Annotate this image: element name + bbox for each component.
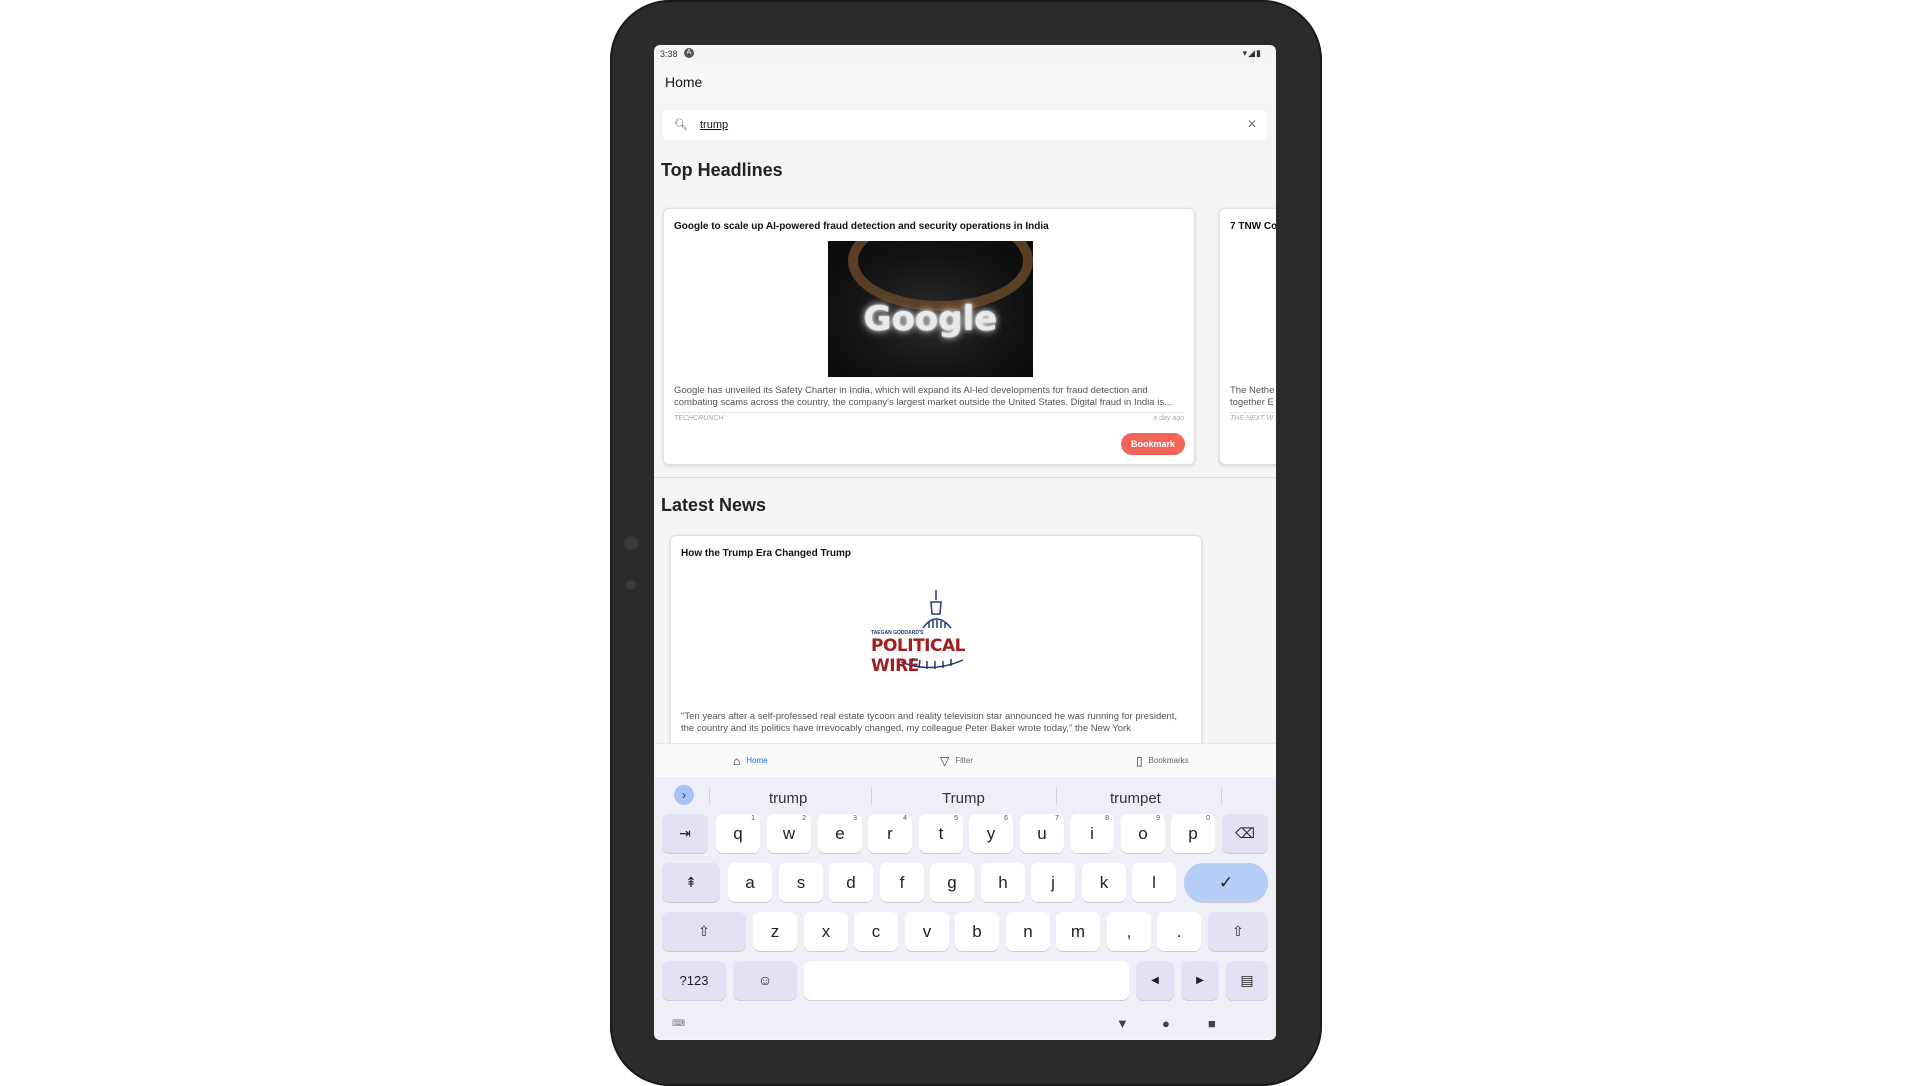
nav-bookmarks[interactable]: ▯ Bookmarks <box>1136 754 1189 768</box>
key-o[interactable]: o9 <box>1121 814 1165 853</box>
section-divider <box>654 477 1276 478</box>
search-input[interactable]: trump <box>700 119 728 131</box>
hide-keyboard-key[interactable]: ▤ <box>1226 961 1268 1000</box>
bookmark-icon: ▯ <box>1136 754 1143 768</box>
nav-home-label: Home <box>746 756 768 766</box>
key-y[interactable]: y6 <box>969 814 1013 853</box>
suggestion[interactable]: trump <box>769 790 807 807</box>
recents-icon[interactable]: ■ <box>1208 1016 1216 1031</box>
emoji-key[interactable]: ☺ <box>733 961 797 1000</box>
key-a[interactable]: a <box>728 863 772 902</box>
key-q[interactable]: q1 <box>716 814 760 853</box>
key-w[interactable]: w2 <box>767 814 811 853</box>
section-title-top-headlines: Top Headlines <box>661 160 783 180</box>
home-button-icon[interactable]: ● <box>1162 1016 1170 1031</box>
nav-filter-label: Filter <box>955 756 974 766</box>
key-period[interactable]: . <box>1157 912 1201 951</box>
political-wire-logo: TAEGAN GODDARD'S POLITICAL WIRE <box>871 588 1001 683</box>
key-x[interactable]: x <box>804 912 848 951</box>
key-l[interactable]: l <box>1132 863 1176 902</box>
status-time: 3:38 <box>660 49 678 59</box>
key-n[interactable]: n <box>1006 912 1050 951</box>
search-bar[interactable]: 🔍︎ trump ✕ <box>662 110 1267 140</box>
key-b[interactable]: b <box>955 912 999 951</box>
logo-big-text: POLITICAL WIRE <box>871 636 965 676</box>
key-f[interactable]: f <box>880 863 924 902</box>
space-bar[interactable] <box>804 961 1129 1000</box>
key-v[interactable]: v <box>905 912 949 951</box>
key-p[interactable]: p0 <box>1171 814 1215 853</box>
key-d[interactable]: d <box>829 863 873 902</box>
card-source: THE NEXT W <box>1230 415 1274 422</box>
key-z[interactable]: z <box>753 912 797 951</box>
on-screen-keyboard: › trump Trump trumpet ⇥ q1 w2 e3 r4 t5 y… <box>654 777 1276 1039</box>
status-icons: ▾◢▮ <box>1242 48 1262 58</box>
nav-bookmarks-label: Bookmarks <box>1148 756 1189 766</box>
back-icon[interactable]: ▼ <box>1116 1016 1129 1031</box>
card-description-line: The Nethe <box>1230 385 1275 396</box>
key-k[interactable]: k <box>1082 863 1126 902</box>
suggestion[interactable]: Trump <box>942 790 985 807</box>
close-icon[interactable]: ✕ <box>1247 117 1257 131</box>
filter-icon: ▽ <box>940 754 950 768</box>
key-r[interactable]: r4 <box>868 814 912 853</box>
system-nav-bar: ⌨ ▼ ● ■ <box>654 1010 1276 1038</box>
home-icon: ⌂ <box>733 754 741 768</box>
notification-icon: A <box>684 48 694 58</box>
card-time: a day ago <box>1153 415 1184 422</box>
key-s[interactable]: s <box>779 863 823 902</box>
key-i[interactable]: i8 <box>1070 814 1114 853</box>
key-comma[interactable]: , <box>1107 912 1151 951</box>
screen: 3:38 A ▾◢▮ Home 🔍︎ trump ✕ Top Headlines… <box>654 45 1276 1040</box>
key-c[interactable]: c <box>854 912 898 951</box>
bottom-navigation: ⌂ Home ▽ Filter ▯ Bookmarks <box>654 743 1276 778</box>
news-card[interactable]: How the Trump Era Changed Trump TAEGAN G… <box>670 535 1202 767</box>
symbols-key[interactable]: ?123 <box>662 961 726 1000</box>
key-j[interactable]: j <box>1031 863 1075 902</box>
section-title-latest-news: Latest News <box>661 495 767 515</box>
shift-key-right[interactable]: ⇧ <box>1208 912 1268 951</box>
tab-key[interactable]: ⇥ <box>662 814 708 853</box>
keyboard-switch-icon[interactable]: ⌨ <box>672 1018 685 1029</box>
card-description-line: "Ten years after a self-professed real e… <box>681 711 1178 722</box>
suggestion[interactable]: trumpet <box>1110 790 1161 807</box>
suggestions-expand-icon[interactable]: › <box>674 785 694 805</box>
google-logo: Google <box>863 299 998 339</box>
card-description-line: Google has unveiled its Safety Charter i… <box>674 385 1148 396</box>
cursor-left-key[interactable]: ◀ <box>1136 961 1174 1000</box>
nav-filter[interactable]: ▽ Filter <box>940 754 973 768</box>
key-m[interactable]: m <box>1056 912 1100 951</box>
caps-lock-key[interactable]: ⇞ <box>662 863 720 902</box>
key-u[interactable]: u7 <box>1020 814 1064 853</box>
card-description-line: combating scams across the country, the … <box>674 397 1172 408</box>
app-bar: Home <box>654 63 1276 103</box>
card-description-line: together E <box>1230 397 1274 408</box>
page-title: Home <box>665 74 703 90</box>
sensor-icon <box>626 580 636 590</box>
card-source: TECHCRUNCH <box>674 415 724 422</box>
status-bar: 3:38 A ▾◢▮ <box>654 45 1276 63</box>
headline-card[interactable]: Google to scale up AI-powered fraud dete… <box>663 208 1195 465</box>
search-icon: 🔍︎ <box>674 119 688 131</box>
shift-key-left[interactable]: ⇧ <box>662 912 746 951</box>
backspace-key[interactable]: ⌫ <box>1222 814 1268 853</box>
headline-card[interactable]: 7 TNW Co The Nethe together E THE NEXT W <box>1219 208 1276 465</box>
card-title: How the Trump Era Changed Trump <box>681 548 852 559</box>
key-h[interactable]: h <box>981 863 1025 902</box>
key-g[interactable]: g <box>930 863 974 902</box>
key-t[interactable]: t5 <box>919 814 963 853</box>
card-title: 7 TNW Co <box>1230 221 1276 232</box>
article-image: Google <box>828 241 1033 377</box>
key-e[interactable]: e3 <box>818 814 862 853</box>
cursor-right-key[interactable]: ▶ <box>1181 961 1219 1000</box>
bookmark-button[interactable]: Bookmark <box>1121 433 1185 455</box>
card-description-line: the country and its politics have irrevo… <box>681 723 1131 734</box>
camera-icon <box>624 536 638 550</box>
card-title: Google to scale up AI-powered fraud dete… <box>674 221 1049 232</box>
enter-key[interactable]: ✓ <box>1184 863 1268 902</box>
nav-home[interactable]: ⌂ Home <box>733 754 768 768</box>
